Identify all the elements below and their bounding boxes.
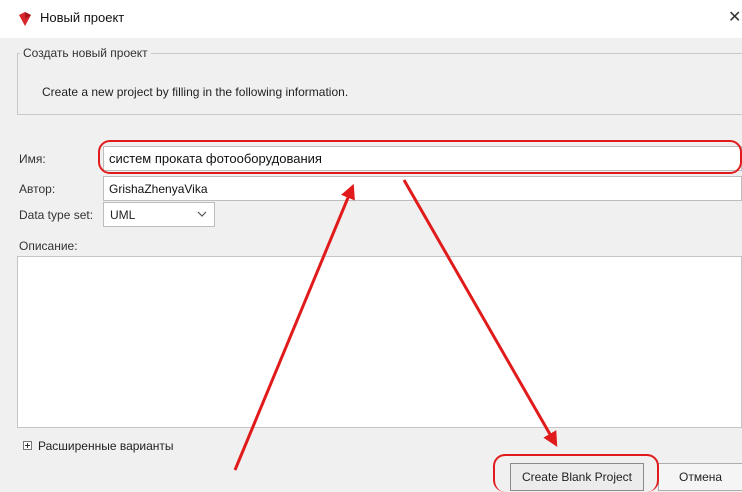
window-title: Новый проект (40, 10, 125, 25)
group-legend: Создать новый проект (20, 46, 151, 60)
author-label: Автор: (19, 182, 56, 196)
create-blank-project-button[interactable]: Create Blank Project (510, 463, 644, 491)
data-type-set-value: UML (110, 208, 136, 222)
data-type-set-label: Data type set: (19, 208, 94, 222)
project-name-input[interactable] (103, 146, 742, 171)
advanced-options-toggle[interactable]: Расширенные варианты (38, 439, 174, 453)
new-project-group (17, 53, 742, 115)
name-label: Имя: (19, 152, 46, 166)
app-logo-icon (19, 12, 31, 26)
title-bar: Новый проект ✕ (0, 0, 742, 38)
data-type-set-select[interactable]: UML (103, 202, 215, 227)
chevron-down-icon (197, 211, 207, 217)
description-label: Описание: (19, 239, 78, 253)
description-textarea[interactable] (17, 256, 742, 428)
author-input[interactable] (103, 176, 742, 201)
close-icon[interactable]: ✕ (728, 7, 741, 27)
expand-plus-icon[interactable] (23, 441, 32, 450)
cancel-button[interactable]: Отмена (658, 463, 742, 491)
intro-text: Create a new project by filling in the f… (42, 85, 349, 99)
